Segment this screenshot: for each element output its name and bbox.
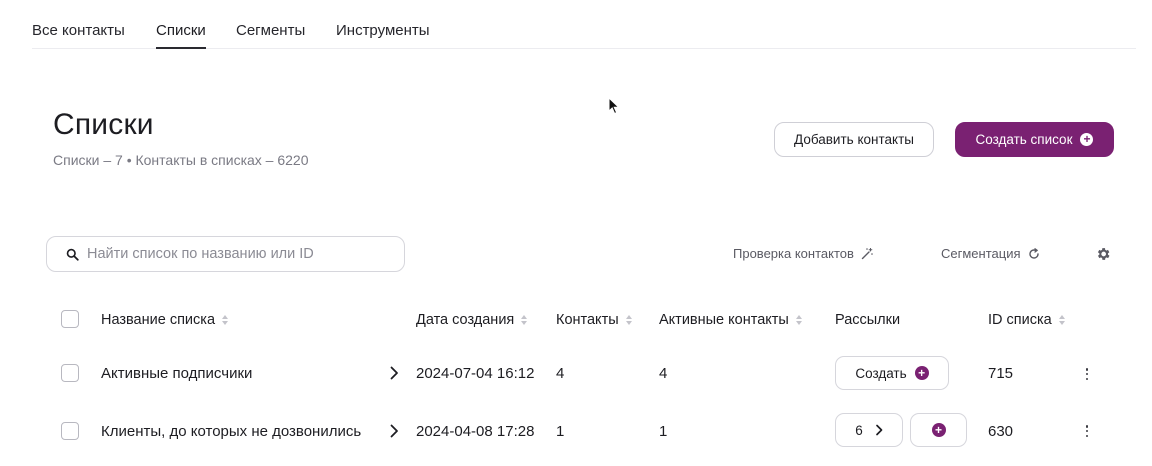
page-subtitle: Списки – 7 • Контакты в списках – 6220 bbox=[53, 152, 309, 168]
column-header-mailings-label: Рассылки bbox=[835, 312, 901, 328]
create-mailing-label: Создать bbox=[855, 365, 907, 381]
search-box bbox=[46, 236, 405, 272]
list-id: 630 bbox=[988, 423, 1014, 440]
contacts-count: 1 bbox=[556, 423, 565, 440]
plus-circle-icon: + bbox=[914, 366, 929, 380]
select-all-checkbox[interactable] bbox=[61, 310, 79, 328]
check-contacts-label: Проверка контактов bbox=[733, 246, 854, 261]
created-date: 2024-04-08 17:28 bbox=[416, 423, 535, 440]
segmentation-label: Сегментация bbox=[941, 246, 1021, 261]
search-input[interactable] bbox=[87, 237, 397, 271]
active-contacts-count: 4 bbox=[659, 365, 668, 382]
column-header-active-label: Активные контакты bbox=[659, 312, 789, 328]
tab-tools[interactable]: Инструменты bbox=[336, 22, 430, 39]
add-contacts-button-label: Добавить контакты bbox=[794, 132, 914, 147]
active-contacts-count: 1 bbox=[659, 423, 668, 440]
sort-icon bbox=[1058, 315, 1065, 325]
column-header-id[interactable]: ID списка bbox=[988, 312, 1065, 328]
column-header-name[interactable]: Название списка bbox=[101, 312, 229, 328]
column-header-created-label: Дата создания bbox=[416, 312, 515, 328]
mouse-cursor-icon bbox=[608, 97, 620, 115]
column-header-created[interactable]: Дата создания bbox=[416, 312, 528, 328]
plus-circle-icon: + bbox=[931, 423, 946, 437]
check-contacts-tool[interactable]: Проверка контактов bbox=[733, 246, 873, 261]
column-header-contacts-label: Контакты bbox=[556, 312, 619, 328]
page-title: Списки bbox=[53, 108, 154, 141]
created-date: 2024-07-04 16:12 bbox=[416, 365, 535, 382]
tab-lists[interactable]: Списки bbox=[156, 22, 206, 49]
row-checkbox[interactable] bbox=[61, 364, 79, 382]
chevron-right-icon[interactable] bbox=[389, 366, 399, 380]
list-name[interactable]: Активные подписчики bbox=[101, 365, 252, 382]
column-header-mailings: Рассылки bbox=[835, 312, 900, 328]
add-contacts-button[interactable]: Добавить контакты bbox=[774, 122, 934, 157]
tab-all-contacts[interactable]: Все контакты bbox=[32, 22, 125, 39]
column-header-active[interactable]: Активные контакты bbox=[659, 312, 802, 328]
tab-segments[interactable]: Сегменты bbox=[236, 22, 305, 39]
segmentation-tool[interactable]: Сегментация bbox=[941, 246, 1040, 261]
sort-icon bbox=[222, 315, 229, 325]
mailings-count-button[interactable]: 6 bbox=[835, 413, 903, 447]
sort-icon bbox=[625, 315, 632, 325]
create-mailing-button[interactable]: Создать + bbox=[835, 356, 949, 390]
create-list-button[interactable]: Создать список + bbox=[955, 122, 1114, 157]
chevron-right-icon[interactable] bbox=[389, 424, 399, 438]
gear-icon[interactable] bbox=[1095, 246, 1111, 262]
more-options-icon[interactable] bbox=[1085, 368, 1089, 380]
sort-icon bbox=[795, 315, 802, 325]
chevron-right-icon bbox=[875, 424, 883, 436]
column-header-id-label: ID списка bbox=[988, 312, 1052, 328]
list-name[interactable]: Клиенты, до которых не дозвонились bbox=[101, 423, 361, 440]
top-tabs: Все контакты Списки Сегменты Инструменты bbox=[32, 0, 1136, 49]
plus-circle-icon: + bbox=[1080, 133, 1094, 146]
mailings-count: 6 bbox=[855, 422, 863, 438]
column-header-name-label: Название списка bbox=[101, 312, 216, 328]
more-options-icon[interactable] bbox=[1085, 425, 1089, 437]
refresh-icon bbox=[1028, 247, 1039, 259]
column-header-contacts[interactable]: Контакты bbox=[556, 312, 632, 328]
list-id: 715 bbox=[988, 365, 1014, 382]
create-list-button-label: Создать список bbox=[975, 132, 1073, 147]
contacts-count: 4 bbox=[556, 365, 565, 382]
add-mailing-button[interactable]: + bbox=[910, 413, 967, 447]
row-checkbox[interactable] bbox=[61, 422, 79, 440]
sort-icon bbox=[521, 315, 528, 325]
magic-wand-icon bbox=[861, 247, 873, 259]
search-icon bbox=[66, 248, 79, 261]
